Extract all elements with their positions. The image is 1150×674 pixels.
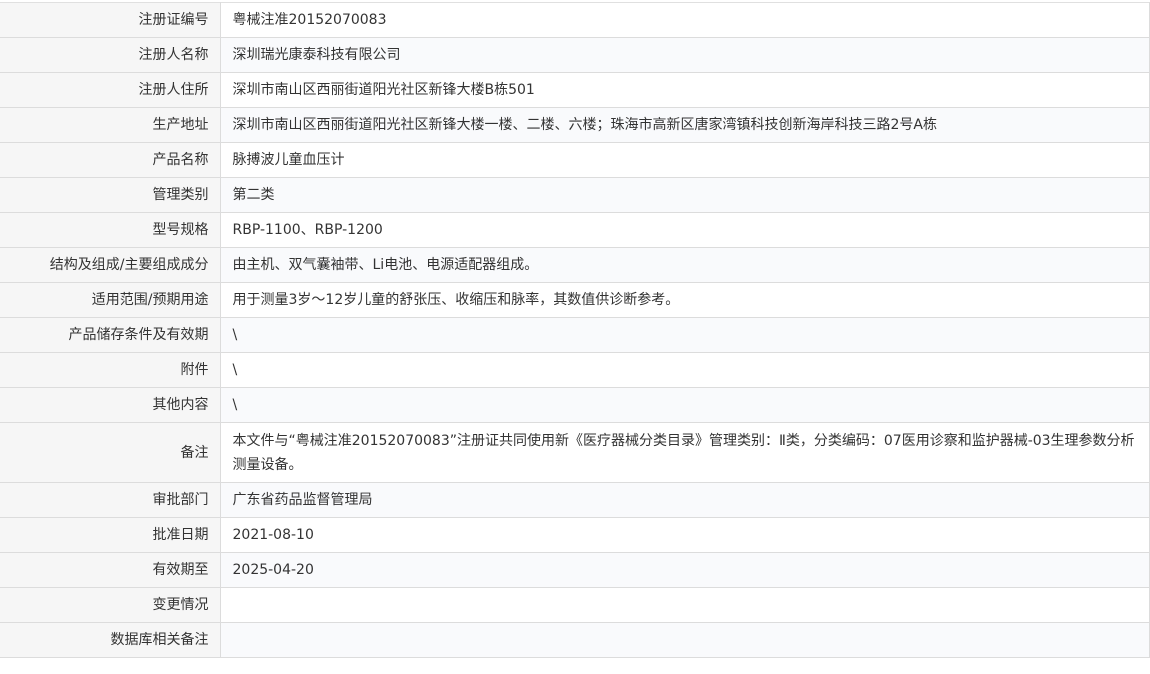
- table-row: 备注 本文件与“粤械注准20152070083”注册证共同使用新《医疗器械分类目…: [0, 422, 1150, 483]
- field-label-database-remarks: 数据库相关备注: [0, 622, 221, 658]
- table-row: 有效期至 2025-04-20: [0, 552, 1150, 588]
- table-row: 型号规格 RBP-1100、RBP-1200: [0, 212, 1150, 248]
- table-row: 适用范围/预期用途 用于测量3岁～12岁儿童的舒张压、收缩压和脉率，其数值供诊断…: [0, 282, 1150, 318]
- table-row: 结构及组成/主要组成成分 由主机、双气囊袖带、Li电池、电源适配器组成。: [0, 247, 1150, 283]
- field-value-production-address: 深圳市南山区西丽街道阳光社区新锋大楼一楼、二楼、六楼；珠海市高新区唐家湾镇科技创…: [220, 107, 1150, 143]
- table-row: 批准日期 2021-08-10: [0, 517, 1150, 553]
- table-row: 审批部门 广东省药品监督管理局: [0, 482, 1150, 518]
- field-value-registration-number: 粤械注准20152070083: [220, 2, 1150, 38]
- field-value-approval-department: 广东省药品监督管理局: [220, 482, 1150, 518]
- field-value-change-status: [220, 587, 1150, 623]
- table-row: 其他内容 \: [0, 387, 1150, 423]
- field-label-change-status: 变更情况: [0, 587, 221, 623]
- field-label-production-address: 生产地址: [0, 107, 221, 143]
- field-label-registrant-name: 注册人名称: [0, 37, 221, 73]
- table-row: 变更情况: [0, 587, 1150, 623]
- table-row: 注册证编号 粤械注准20152070083: [0, 2, 1150, 38]
- table-row: 附件 \: [0, 352, 1150, 388]
- field-value-structure-composition: 由主机、双气囊袖带、Li电池、电源适配器组成。: [220, 247, 1150, 283]
- field-label-registration-number: 注册证编号: [0, 2, 221, 38]
- field-value-product-name: 脉搏波儿童血压计: [220, 142, 1150, 178]
- field-label-management-class: 管理类别: [0, 177, 221, 213]
- table-row: 数据库相关备注: [0, 622, 1150, 658]
- field-value-valid-until: 2025-04-20: [220, 552, 1150, 588]
- field-label-approval-date: 批准日期: [0, 517, 221, 553]
- field-label-registrant-address: 注册人住所: [0, 72, 221, 108]
- field-label-remarks: 备注: [0, 422, 221, 483]
- table-row: 管理类别 第二类: [0, 177, 1150, 213]
- field-value-storage-validity: \: [220, 317, 1150, 353]
- field-label-intended-use: 适用范围/预期用途: [0, 282, 221, 318]
- field-label-attachments: 附件: [0, 352, 221, 388]
- field-value-management-class: 第二类: [220, 177, 1150, 213]
- field-label-approval-department: 审批部门: [0, 482, 221, 518]
- table-row: 产品储存条件及有效期 \: [0, 317, 1150, 353]
- field-label-structure-composition: 结构及组成/主要组成成分: [0, 247, 221, 283]
- table-row: 注册人住所 深圳市南山区西丽街道阳光社区新锋大楼B栋501: [0, 72, 1150, 108]
- field-value-other-content: \: [220, 387, 1150, 423]
- field-value-attachments: \: [220, 352, 1150, 388]
- field-label-product-name: 产品名称: [0, 142, 221, 178]
- field-value-intended-use: 用于测量3岁～12岁儿童的舒张压、收缩压和脉率，其数值供诊断参考。: [220, 282, 1150, 318]
- table-row: 产品名称 脉搏波儿童血压计: [0, 142, 1150, 178]
- field-value-registrant-address: 深圳市南山区西丽街道阳光社区新锋大楼B栋501: [220, 72, 1150, 108]
- field-value-database-remarks: [220, 622, 1150, 658]
- table-row: 生产地址 深圳市南山区西丽街道阳光社区新锋大楼一楼、二楼、六楼；珠海市高新区唐家…: [0, 107, 1150, 143]
- field-value-model-spec: RBP-1100、RBP-1200: [220, 212, 1150, 248]
- field-value-remarks: 本文件与“粤械注准20152070083”注册证共同使用新《医疗器械分类目录》管…: [220, 422, 1150, 483]
- table-row: 注册人名称 深圳瑞光康泰科技有限公司: [0, 37, 1150, 73]
- field-label-valid-until: 有效期至: [0, 552, 221, 588]
- field-value-approval-date: 2021-08-10: [220, 517, 1150, 553]
- registration-detail-table: 注册证编号 粤械注准20152070083 注册人名称 深圳瑞光康泰科技有限公司…: [0, 2, 1150, 658]
- field-value-registrant-name: 深圳瑞光康泰科技有限公司: [220, 37, 1150, 73]
- field-label-other-content: 其他内容: [0, 387, 221, 423]
- field-label-model-spec: 型号规格: [0, 212, 221, 248]
- field-label-storage-validity: 产品储存条件及有效期: [0, 317, 221, 353]
